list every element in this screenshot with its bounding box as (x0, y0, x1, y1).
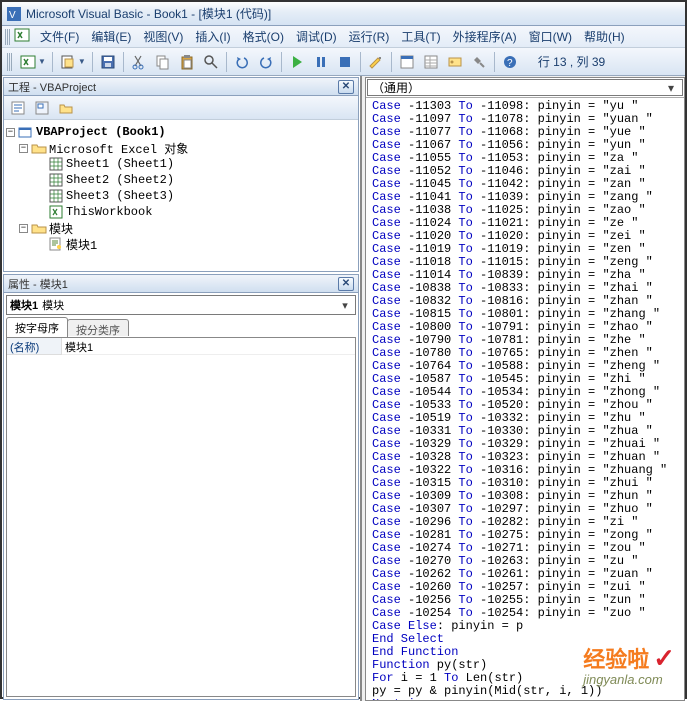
title-bar: V Microsoft Visual Basic - Book1 - [模块1 … (2, 2, 685, 26)
sheet-icon (48, 189, 64, 203)
code-area: （通用） ▾ Case -11303 To -11098: pinyin = "… (362, 76, 685, 701)
tree-module1[interactable]: 模块1 (66, 236, 97, 253)
properties-icon[interactable] (420, 51, 442, 73)
property-row[interactable]: (名称) 模块1 (7, 338, 355, 355)
tab-alphabetical[interactable]: 按字母序 (6, 317, 68, 337)
object-name: 模块1 (10, 297, 38, 313)
menu-bar: 文件(F) 编辑(E) 视图(V) 插入(I) 格式(O) 调试(D) 运行(R… (2, 26, 685, 48)
project-panel-header[interactable]: 工程 - VBAProject ✕ (4, 78, 358, 96)
help-icon[interactable]: ? (499, 51, 521, 73)
project-tree[interactable]: −VBAProject (Book1) −Microsoft Excel 对象 … (4, 120, 358, 271)
run-icon[interactable] (286, 51, 308, 73)
tree-modules[interactable]: 模块 (49, 220, 73, 237)
properties-panel-title: 属性 - 模块1 (8, 276, 68, 292)
close-icon[interactable]: ✕ (338, 277, 354, 291)
insert-module-icon[interactable] (57, 51, 79, 73)
folder-icon[interactable] (55, 97, 77, 119)
tree-sheet2[interactable]: Sheet2 (Sheet2) (66, 173, 174, 187)
reset-icon[interactable] (334, 51, 356, 73)
properties-object-selector[interactable]: 模块1 模块 ▾ (6, 295, 356, 315)
menubar-grip[interactable] (5, 29, 11, 45)
code-editor[interactable]: Case -11303 To -11098: pinyin = "yu " Ca… (366, 98, 684, 700)
cursor-position: 行 13 , 列 39 (532, 51, 611, 72)
folder-icon (31, 221, 47, 235)
project-explorer-icon[interactable] (396, 51, 418, 73)
toolbar-grip[interactable] (7, 53, 13, 71)
tree-thisworkbook[interactable]: ThisWorkbook (66, 205, 152, 219)
view-excel-icon[interactable] (17, 51, 39, 73)
save-icon[interactable] (97, 51, 119, 73)
object-type: 模块 (42, 297, 64, 313)
menu-tools[interactable]: 工具(T) (395, 26, 446, 47)
chevron-down-icon[interactable]: ▾ (664, 81, 678, 95)
app-icon: V (6, 6, 22, 22)
project-panel-toolbar (4, 96, 358, 120)
menu-window[interactable]: 窗口(W) (523, 26, 578, 47)
project-icon (18, 125, 34, 139)
tree-sheet3[interactable]: Sheet3 (Sheet3) (66, 189, 174, 203)
folder-icon (31, 141, 47, 155)
module-icon (48, 237, 64, 251)
redo-icon[interactable] (255, 51, 277, 73)
menu-insert[interactable]: 插入(I) (189, 26, 236, 47)
view-code-icon[interactable] (7, 97, 29, 119)
break-icon[interactable] (310, 51, 332, 73)
expand-icon[interactable]: − (19, 144, 28, 153)
view-object-icon[interactable] (31, 97, 53, 119)
property-value[interactable]: 模块1 (62, 338, 355, 355)
tree-sheet1[interactable]: Sheet1 (Sheet1) (66, 157, 174, 171)
project-explorer-panel: 工程 - VBAProject ✕ −VBAProject (Book1) −M… (3, 77, 359, 272)
object-browser-icon[interactable] (444, 51, 466, 73)
dropdown-arrow-icon[interactable]: ▼ (38, 57, 46, 66)
menu-run[interactable]: 运行(R) (343, 26, 396, 47)
copy-icon[interactable] (152, 51, 174, 73)
properties-panel-header[interactable]: 属性 - 模块1 ✕ (4, 275, 358, 293)
project-panel-title: 工程 - VBAProject (8, 79, 96, 95)
tree-root[interactable]: VBAProject (Book1) (36, 125, 166, 139)
svg-text:V: V (9, 10, 16, 21)
menu-help[interactable]: 帮助(H) (578, 26, 631, 47)
workbook-icon (48, 205, 64, 219)
menu-edit[interactable]: 编辑(E) (85, 26, 137, 47)
tab-categorized[interactable]: 按分类序 (67, 319, 129, 336)
design-mode-icon[interactable] (365, 51, 387, 73)
undo-icon[interactable] (231, 51, 253, 73)
excel-icon[interactable] (14, 27, 30, 46)
sheet-icon (48, 157, 64, 171)
expand-icon[interactable]: − (19, 224, 28, 233)
properties-panel: 属性 - 模块1 ✕ 模块1 模块 ▾ 按字母序 按分类序 (名称) 模块1 (3, 274, 359, 700)
tree-excel-objects[interactable]: Microsoft Excel 对象 (49, 140, 188, 157)
expand-icon[interactable]: − (6, 128, 15, 137)
close-icon[interactable]: ✕ (338, 80, 354, 94)
menu-file[interactable]: 文件(F) (34, 26, 85, 47)
toolbox-icon[interactable] (468, 51, 490, 73)
menu-debug[interactable]: 调试(D) (290, 26, 343, 47)
svg-text:?: ? (507, 58, 513, 69)
properties-grid[interactable]: (名称) 模块1 (6, 337, 356, 697)
window-title: Microsoft Visual Basic - Book1 - [模块1 (代… (26, 5, 271, 22)
chevron-down-icon[interactable]: ▾ (338, 299, 352, 312)
menu-addins[interactable]: 外接程序(A) (447, 26, 523, 47)
object-dropdown[interactable]: （通用） ▾ (367, 79, 683, 96)
dropdown-arrow-icon[interactable]: ▼ (78, 57, 86, 66)
paste-icon[interactable] (176, 51, 198, 73)
cut-icon[interactable] (128, 51, 150, 73)
menu-format[interactable]: 格式(O) (237, 26, 290, 47)
toolbar: ▼ ▼ ? 行 13 , 列 39 (2, 48, 685, 76)
menu-view[interactable]: 视图(V) (137, 26, 189, 47)
code-dropdowns: （通用） ▾ (366, 78, 684, 98)
sheet-icon (48, 173, 64, 187)
find-icon[interactable] (200, 51, 222, 73)
property-name: (名称) (7, 338, 62, 355)
properties-tabs: 按字母序 按分类序 (6, 317, 356, 337)
object-dropdown-value: （通用） (372, 79, 420, 96)
